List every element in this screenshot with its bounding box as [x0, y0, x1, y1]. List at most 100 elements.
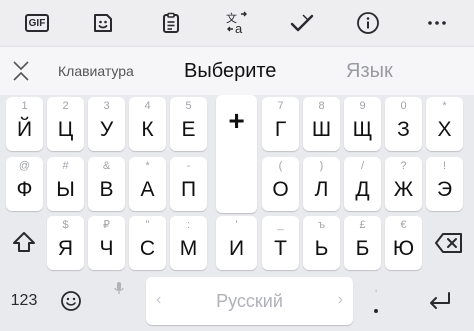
key-label: Э	[436, 178, 453, 201]
collapse-icon[interactable]	[10, 59, 32, 83]
key-ц[interactable]: 2Ц	[47, 97, 84, 151]
key-hint: &	[102, 160, 111, 172]
key-label: Ж	[393, 178, 414, 201]
key-label: Д	[355, 178, 370, 201]
key-а[interactable]: * А	[129, 157, 166, 211]
key-hint: £	[359, 219, 366, 231]
key-hint: €	[400, 219, 407, 231]
key-я[interactable]: $ Я	[47, 216, 84, 270]
key-label: Ц	[57, 118, 74, 141]
key-с[interactable]: " С	[129, 216, 166, 270]
gif-icon[interactable]: GIF	[22, 8, 52, 38]
key-hint: _	[277, 219, 284, 231]
key-б[interactable]: £ Б	[344, 216, 381, 270]
key-л[interactable]: ) Л	[303, 157, 340, 211]
key-д[interactable]: / Д	[344, 157, 381, 211]
key-м[interactable]: :М	[170, 216, 207, 270]
numbers-key[interactable]: 123	[4, 278, 44, 324]
key-label: Й	[16, 118, 33, 141]
key-label: Г	[274, 118, 287, 141]
clipboard-icon[interactable]	[156, 8, 186, 38]
key-label: А	[140, 178, 155, 201]
key-hint: 0	[400, 100, 407, 112]
key-щ[interactable]: 9Щ	[344, 97, 381, 151]
suggestion-3[interactable]: Язык	[346, 47, 393, 95]
key-п[interactable]: -П	[170, 157, 207, 211]
key-hint: )	[319, 160, 324, 172]
key-ч[interactable]: ₽ Ч	[88, 216, 125, 270]
key-hint: "	[145, 219, 150, 231]
svg-text:a: a	[235, 21, 243, 36]
key-label: Щ	[352, 118, 373, 141]
key-ю[interactable]: € Ю	[385, 216, 422, 270]
key-к[interactable]: 4К	[129, 97, 166, 151]
key-hint: (	[278, 160, 283, 172]
suggestion-1[interactable]: Клавиатура	[58, 47, 134, 95]
key-е[interactable]: 5Е	[170, 97, 207, 151]
key-з[interactable]: 0З	[385, 97, 422, 151]
suggestion-bar: Клавиатура Выберите Язык	[0, 46, 474, 95]
key-х[interactable]: * Х	[426, 97, 463, 151]
key-label: С	[139, 237, 156, 260]
key-hint: ?	[400, 160, 407, 172]
key-label: Ю	[392, 237, 415, 260]
period-key[interactable]	[364, 296, 388, 318]
key-label: Я	[57, 237, 74, 260]
mic-icon[interactable]	[108, 278, 130, 298]
key-hint: ₽	[103, 219, 110, 231]
key-в[interactable]: & В	[88, 157, 125, 211]
space-bar-label: Русский	[216, 291, 283, 311]
period-dot	[374, 309, 378, 313]
key-label: Ь	[314, 237, 329, 260]
key-label: Ы	[56, 178, 75, 201]
key-hint: /	[360, 160, 365, 172]
key-э[interactable]: ! Э	[426, 157, 463, 211]
key-label: М	[179, 237, 198, 260]
suggestion-2[interactable]: Выберите	[184, 47, 276, 95]
key-hint: '	[235, 219, 238, 231]
key-о[interactable]: (О	[262, 157, 299, 211]
key-и[interactable]: ' И	[216, 216, 257, 270]
key-т[interactable]: _ Т	[262, 216, 299, 270]
key-label: Ш	[311, 118, 332, 141]
info-icon[interactable]	[353, 8, 383, 38]
plus-key[interactable]: +	[216, 95, 257, 213]
key-hint: -	[186, 160, 191, 172]
gif-label: GIF	[25, 14, 49, 32]
key-hint: 1	[21, 100, 28, 112]
key-label: Т	[274, 237, 287, 260]
key-ш[interactable]: 8Ш	[303, 97, 340, 151]
key-label: П	[180, 178, 197, 201]
key-hint: 9	[359, 100, 366, 112]
plus-key-label: +	[228, 105, 245, 136]
key-label: Ф	[16, 178, 33, 201]
key-hint: 2	[62, 100, 69, 112]
key-label: В	[99, 178, 114, 201]
more-icon[interactable]	[422, 8, 452, 38]
spellcheck-icon[interactable]	[287, 8, 317, 38]
key-у[interactable]: 3У	[88, 97, 125, 151]
translate-icon[interactable]: 文a	[222, 8, 252, 38]
key-label: О	[272, 178, 289, 201]
key-hint: 4	[144, 100, 151, 112]
enter-icon[interactable]	[418, 278, 462, 324]
key-label: Х	[437, 118, 452, 141]
key-ж[interactable]: ? Ж	[385, 157, 422, 211]
key-ы[interactable]: # Ы	[47, 157, 84, 211]
key-г[interactable]: 7Г	[262, 97, 299, 151]
key-ь[interactable]: ъЬ	[303, 216, 340, 270]
backspace-icon[interactable]	[428, 216, 470, 270]
key-ф[interactable]: @ Ф	[6, 157, 43, 211]
shift-icon[interactable]	[4, 216, 44, 270]
emoji-icon[interactable]	[54, 278, 88, 324]
key-label: Л	[314, 178, 329, 201]
key-hint: ъ	[318, 219, 325, 231]
key-hint: :	[186, 219, 191, 231]
key-label: К	[141, 118, 154, 141]
key-й[interactable]: 1Й	[6, 97, 43, 151]
space-right-chevron-icon: ›	[337, 291, 343, 308]
sticker-icon[interactable]	[88, 8, 118, 38]
key-label: У	[99, 118, 114, 141]
space-bar[interactable]: ‹ Русский ›	[146, 277, 353, 325]
key-label: Б	[355, 237, 370, 260]
